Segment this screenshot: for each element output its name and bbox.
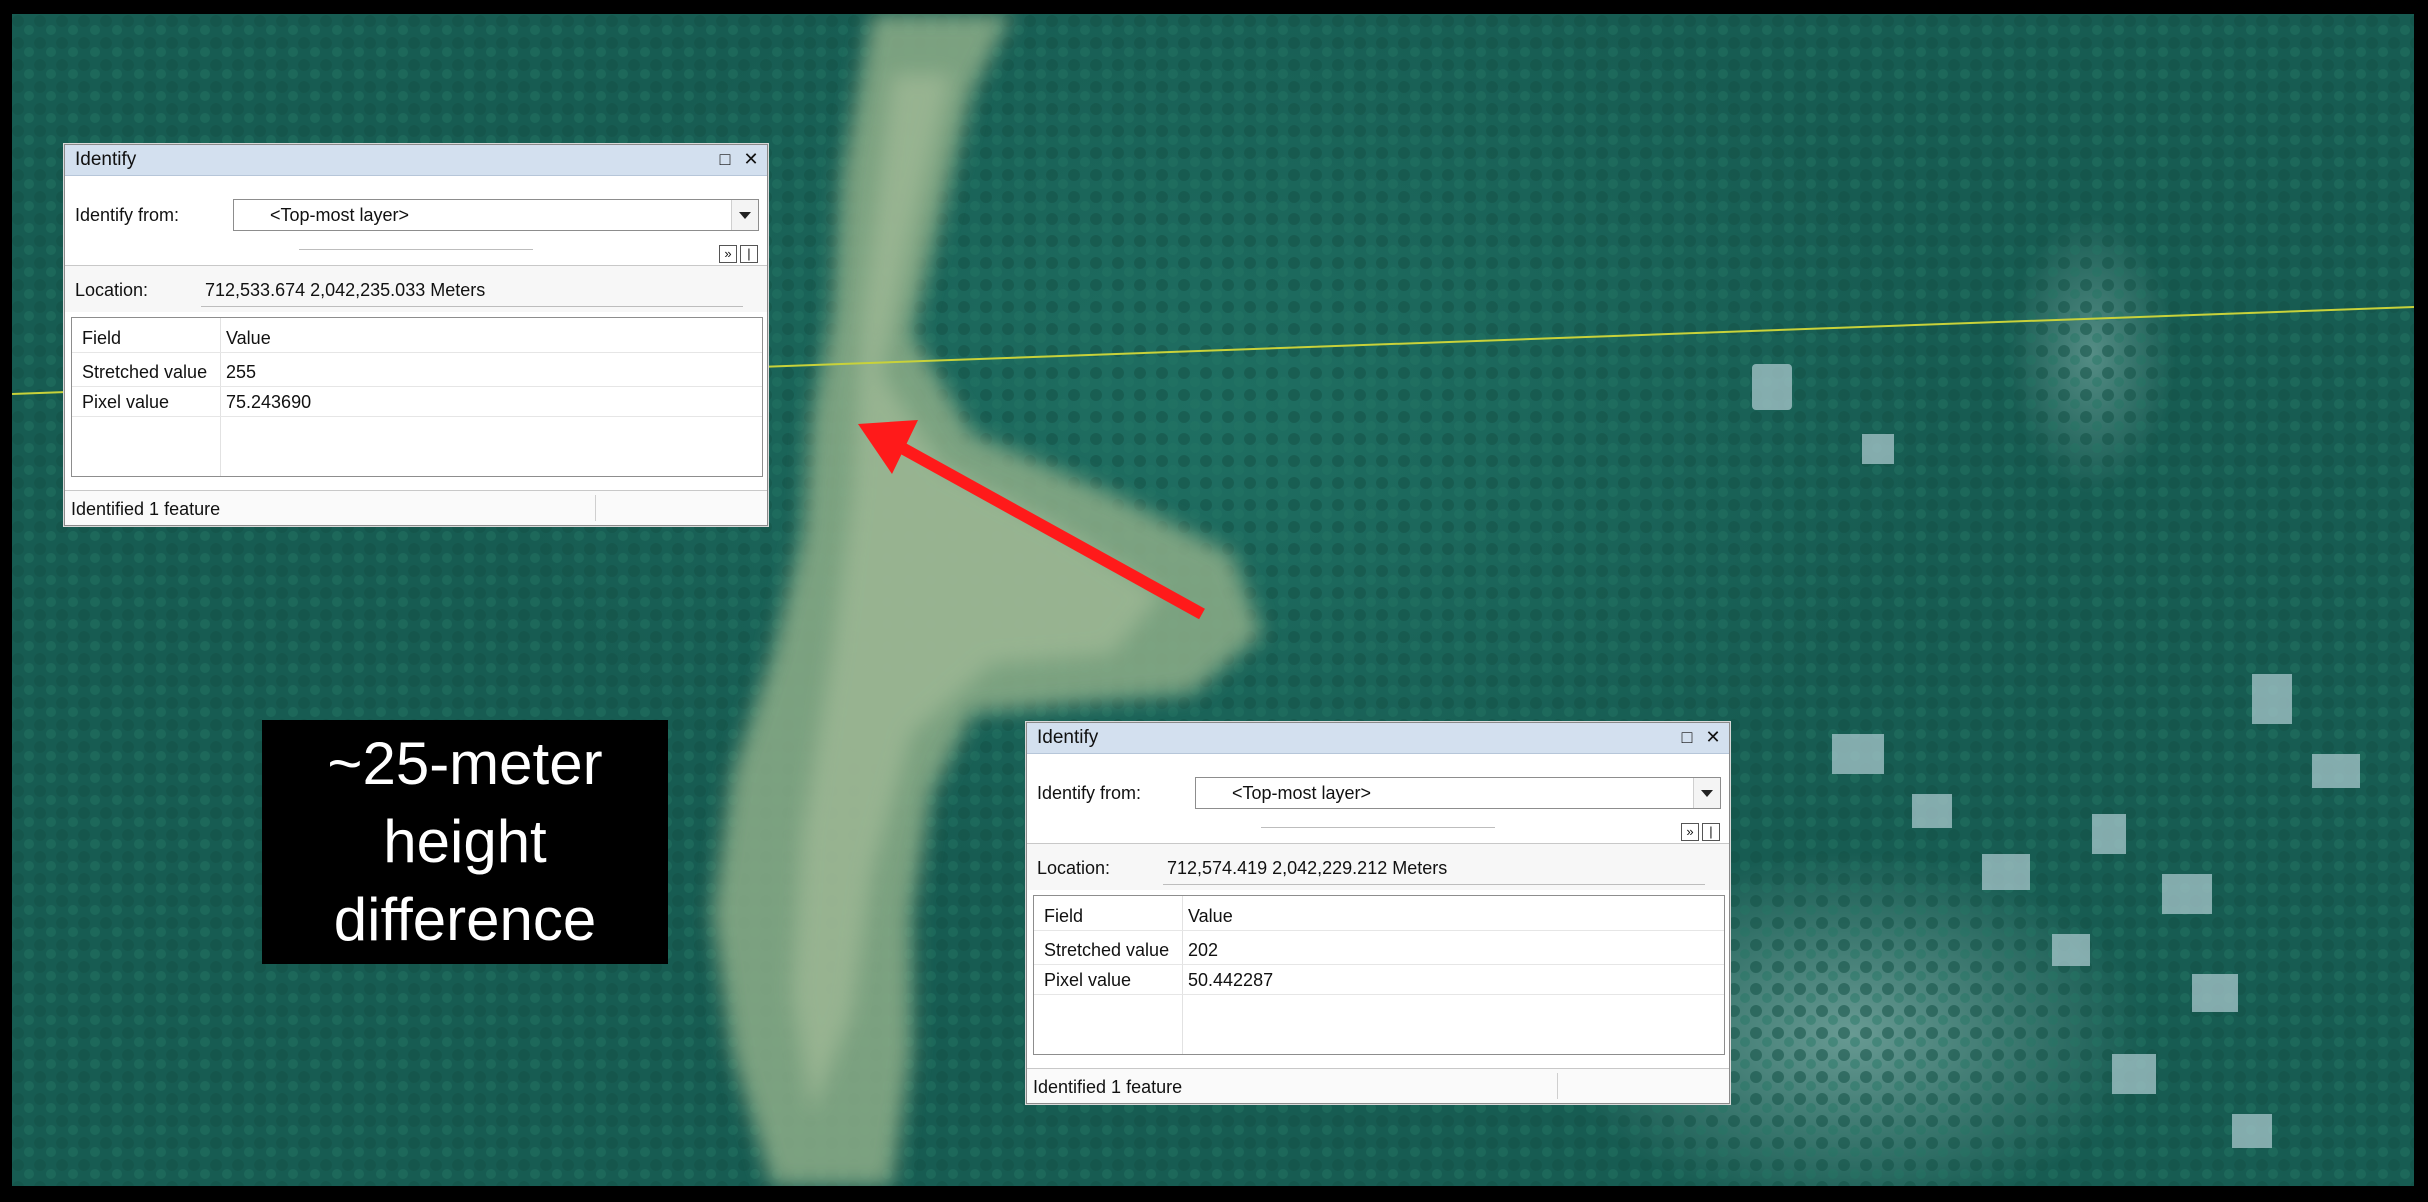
column-header-field: Field (82, 328, 122, 348)
status-bar: Identified 1 feature (1027, 1068, 1729, 1103)
location-label: Location: (75, 280, 149, 300)
value-cell: 202 (1188, 940, 1219, 960)
table-row[interactable]: Stretched value 202 (1034, 934, 1724, 965)
column-header-field: Field (1044, 906, 1084, 926)
identify-from-dropdown[interactable]: <Top-most layer> (1195, 777, 1721, 809)
expand-icon[interactable]: » (1681, 823, 1699, 841)
column-header-value: Value (1188, 906, 1233, 926)
expand-icon[interactable]: » (719, 245, 737, 263)
dropdown-arrow-icon[interactable] (731, 200, 758, 230)
dialog-title: Identify (1037, 727, 1099, 748)
value-cell: 75.243690 (226, 392, 312, 412)
dialog-title: Identify (75, 149, 137, 170)
location-value: 712,533.674 2,042,235.033 Meters (205, 280, 486, 300)
value-cell: 255 (226, 362, 257, 382)
table-row[interactable]: Pixel value 50.442287 (1034, 964, 1724, 995)
column-header-value: Value (226, 328, 271, 348)
results-table: Field Value Stretched value 202 Pixel va… (1033, 895, 1725, 1055)
field-cell: Stretched value (1044, 940, 1170, 960)
divider (1261, 827, 1495, 828)
maximize-icon[interactable]: □ (715, 148, 735, 170)
location-underline (201, 306, 743, 307)
maximize-icon[interactable]: □ (1677, 726, 1697, 748)
table-row[interactable]: Stretched value 255 (72, 356, 762, 387)
status-text: Identified 1 feature (1033, 1077, 1183, 1097)
divider (299, 249, 533, 250)
status-bar: Identified 1 feature (65, 490, 767, 525)
height-difference-callout: ~25-meter height difference (262, 720, 668, 964)
identify-from-label: Identify from: (1037, 783, 1142, 803)
location-underline (1163, 884, 1705, 885)
location-value: 712,574.419 2,042,229.212 Meters (1167, 858, 1448, 878)
identify-from-value: <Top-most layer> (270, 205, 410, 225)
field-cell: Pixel value (1044, 970, 1132, 990)
identify-dialog-upper: Identify □ ✕ Identify from: <Top-most la… (64, 144, 768, 526)
dialog-titlebar[interactable]: Identify □ ✕ (65, 145, 767, 176)
table-row[interactable]: Pixel value 75.243690 (72, 386, 762, 417)
results-table: Field Value Stretched value 255 Pixel va… (71, 317, 763, 477)
callout-text: ~25-meter height difference (327, 730, 603, 953)
field-cell: Pixel value (82, 392, 170, 412)
location-label: Location: (1037, 858, 1111, 878)
dialog-titlebar[interactable]: Identify □ ✕ (1027, 723, 1729, 754)
status-divider (595, 495, 596, 521)
identify-from-label: Identify from: (75, 205, 180, 225)
identify-from-value: <Top-most layer> (1232, 783, 1372, 803)
close-icon[interactable]: ✕ (741, 148, 761, 170)
identify-from-dropdown[interactable]: <Top-most layer> (233, 199, 759, 231)
table-header: Field Value (72, 322, 762, 353)
close-icon[interactable]: ✕ (1703, 726, 1723, 748)
pin-icon[interactable]: | (1702, 823, 1720, 841)
location-panel: Location: 712,574.419 2,042,229.212 Mete… (1027, 843, 1729, 890)
status-divider (1557, 1073, 1558, 1099)
pin-icon[interactable]: | (740, 245, 758, 263)
location-panel: Location: 712,533.674 2,042,235.033 Mete… (65, 265, 767, 312)
field-cell: Stretched value (82, 362, 208, 382)
status-text: Identified 1 feature (71, 499, 221, 519)
value-cell: 50.442287 (1188, 970, 1274, 990)
identify-dialog-lower: Identify □ ✕ Identify from: <Top-most la… (1026, 722, 1730, 1104)
dropdown-arrow-icon[interactable] (1693, 778, 1720, 808)
table-header: Field Value (1034, 900, 1724, 931)
